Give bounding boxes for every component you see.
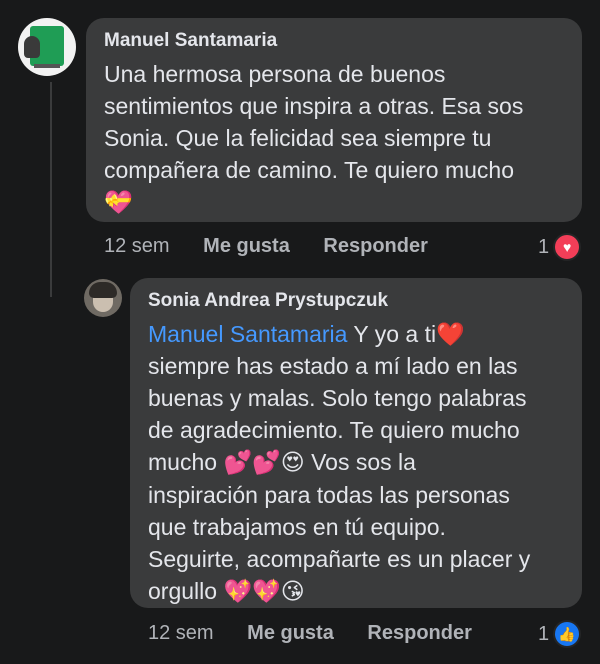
avatar-manuel[interactable] — [18, 18, 76, 76]
like-reaction-icon: 👍 — [553, 620, 582, 648]
comment-text: Manuel Santamaria Y yo a ti❤️ siempre ha… — [148, 318, 564, 608]
comment-text-segment: Y yo a ti❤️ — [347, 321, 465, 347]
comment-actions-1: 12 sem Me gusta Responder — [104, 235, 456, 258]
hearts-emoji: 💕💕😍 — [223, 450, 305, 476]
comment-timestamp[interactable]: 12 sem — [104, 235, 170, 257]
comment-text-line: orgullo 💖💖😘 — [148, 575, 564, 608]
reply-button[interactable]: Responder — [367, 622, 471, 644]
reaction-count: 1 — [538, 235, 550, 258]
like-button[interactable]: Me gusta — [203, 235, 290, 257]
comment-bubble-2: Sonia Andrea Prystupczuk Manuel Santamar… — [130, 278, 582, 608]
gift-heart-emoji: 💝 — [104, 190, 133, 216]
avatar-sonia[interactable] — [84, 279, 122, 317]
comment-text-segment: Vos sos la — [304, 449, 416, 475]
comment-author[interactable]: Manuel Santamaria — [104, 30, 564, 52]
comment-text-line: mucho 💕💕😍 Vos sos la — [148, 446, 564, 479]
reaction-summary-1[interactable]: 1 ♥ — [538, 233, 582, 261]
comment-text-line: siempre has estado a mí lado en las — [148, 353, 518, 379]
comment-text-line: Seguirte, acompañarte es un placer y — [148, 546, 531, 572]
comment-text-line: de agradecimiento. Te quiero mucho — [148, 417, 520, 443]
comment-text-line: Una hermosa persona de buenos — [104, 61, 446, 87]
comment-text-segment: mucho — [148, 449, 224, 475]
heart-reaction-icon: ♥ — [553, 233, 582, 261]
reply-button[interactable]: Responder — [323, 235, 427, 257]
comment-text-segment: orgullo — [148, 578, 224, 604]
thread-connector-line — [50, 82, 52, 297]
comment-timestamp[interactable]: 12 sem — [148, 622, 214, 644]
comment-bubble-1: Manuel Santamaria Una hermosa persona de… — [86, 18, 582, 222]
comment-text: Una hermosa persona de buenos sentimient… — [104, 58, 564, 219]
comment-text-line: Sonia. Que la felicidad sea siempre tu — [104, 125, 492, 151]
comment-actions-2: 12 sem Me gusta Responder — [148, 622, 500, 645]
comment-author[interactable]: Sonia Andrea Prystupczuk — [148, 290, 564, 312]
reaction-summary-2[interactable]: 1 👍 — [538, 620, 582, 648]
like-button[interactable]: Me gusta — [247, 622, 334, 644]
comment-text-line: que trabajamos en tú equipo. — [148, 514, 446, 540]
comment-text-line: inspiración para todas las personas — [148, 482, 510, 508]
comment-text-line: Manuel Santamaria Y yo a ti❤️ — [148, 318, 564, 350]
comment-text-line: compañera de camino. Te quiero mucho — [104, 157, 514, 183]
comment-text-line: buenas y malas. Solo tengo palabras — [148, 385, 527, 411]
mention-link[interactable]: Manuel Santamaria — [148, 321, 347, 347]
comment-text-line: sentimientos que inspira a otras. Esa so… — [104, 93, 524, 119]
sparkling-heart-emoji: 💖💖😘 — [223, 579, 305, 605]
reaction-count: 1 — [538, 622, 550, 645]
